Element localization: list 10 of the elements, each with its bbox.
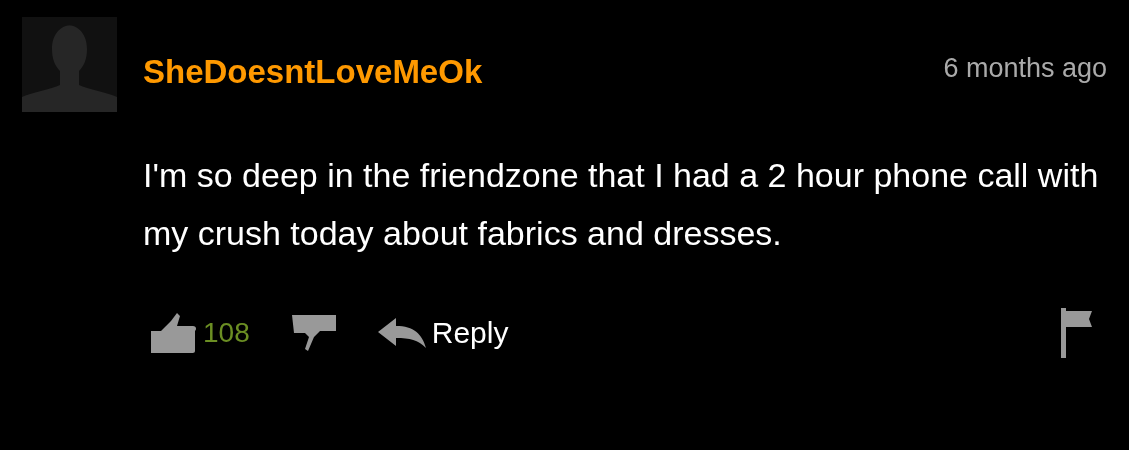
avatar-icon xyxy=(22,17,117,112)
flag-icon[interactable] xyxy=(1061,308,1095,358)
reply-button[interactable]: Reply xyxy=(377,316,509,350)
thumbs-up-icon[interactable] xyxy=(149,313,197,353)
thumbs-down-icon[interactable] xyxy=(291,313,336,353)
comment-text: I'm so deep in the friendzone that I had a 2 hour phone call with my crush today about fabrics and dresses. xyxy=(143,155,1100,254)
reply-icon xyxy=(377,318,426,348)
timestamp: 6 months ago xyxy=(943,53,1107,84)
username[interactable]: SheDoesntLoveMeOk xyxy=(143,52,483,91)
like-count: 108 xyxy=(203,317,250,349)
